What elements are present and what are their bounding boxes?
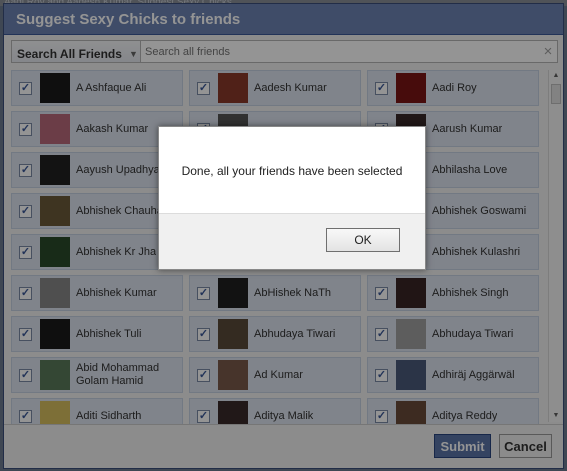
- alert-dialog: Done, all your friends have been selecte…: [158, 126, 426, 270]
- alert-message: Done, all your friends have been selecte…: [181, 164, 403, 178]
- ok-button[interactable]: OK: [326, 228, 400, 252]
- alert-button-area: OK: [159, 213, 425, 269]
